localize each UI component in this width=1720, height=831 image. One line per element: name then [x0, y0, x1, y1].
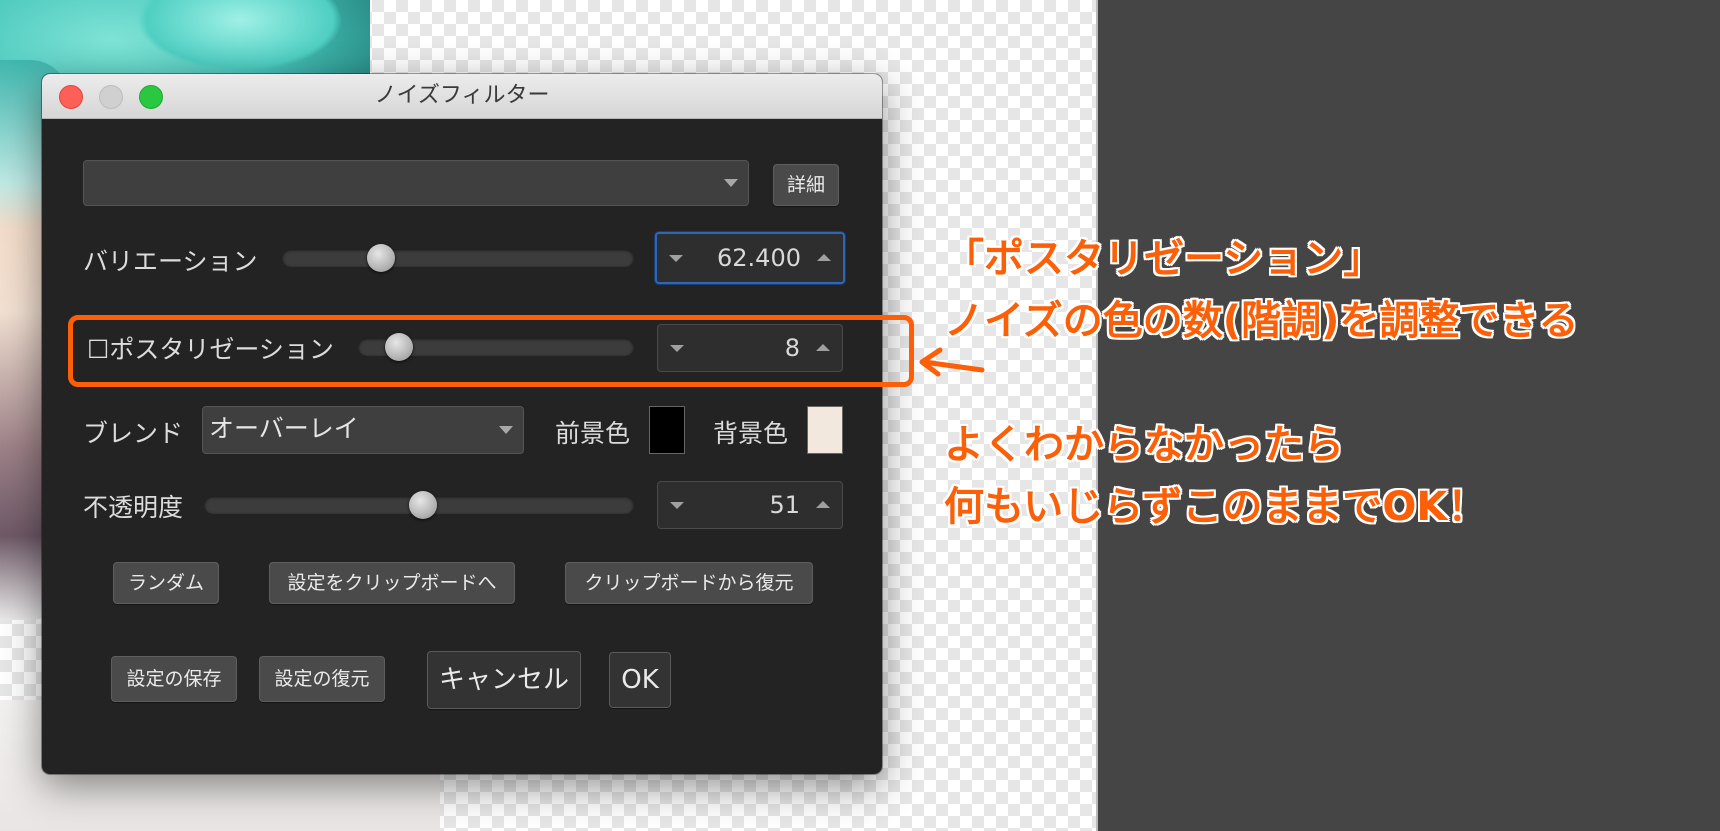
increment-icon[interactable] — [817, 254, 831, 261]
variation-value: 62.400 — [717, 244, 801, 272]
blend-mode-dropdown[interactable]: オーバーレイ — [202, 406, 524, 454]
opacity-slider[interactable] — [204, 491, 634, 519]
annotation-line-3: よくわからなかったら — [944, 422, 1344, 468]
annotation-arrow-icon — [919, 347, 985, 377]
preset-dropdown[interactable] — [83, 160, 749, 206]
ok-button[interactable]: OK — [609, 652, 671, 708]
blend-mode-value: オーバーレイ — [209, 414, 359, 443]
variation-spinbox[interactable]: 62.400 — [655, 232, 845, 284]
decrement-icon[interactable] — [669, 255, 683, 262]
decrement-icon[interactable] — [670, 502, 684, 509]
chevron-down-icon — [724, 179, 738, 187]
artwork-hair-highlight — [120, 0, 360, 80]
variation-slider-thumb[interactable] — [366, 244, 395, 272]
title-bar[interactable]: ノイズフィルター — [42, 74, 882, 119]
variation-label: バリエーション — [83, 247, 258, 276]
restore-settings-button[interactable]: 設定の復元 — [259, 656, 385, 702]
variation-slider[interactable] — [282, 244, 634, 272]
foreground-color-label: 前景色 — [555, 419, 631, 448]
opacity-spinbox[interactable]: 51 — [657, 481, 843, 529]
blend-label: ブレンド — [83, 419, 184, 448]
increment-icon[interactable] — [816, 501, 830, 508]
cancel-button[interactable]: キャンセル — [427, 651, 581, 709]
annotation-line-2: ノイズの色の数(階調)を調整できる — [944, 298, 1579, 344]
opacity-value: 51 — [769, 491, 800, 519]
foreground-color-swatch[interactable] — [649, 406, 685, 454]
random-button[interactable]: ランダム — [113, 562, 219, 604]
save-settings-button[interactable]: 設定の保存 — [111, 656, 237, 702]
noise-filter-dialog: ノイズフィルター 詳細 バリエーション 62.400 ☐ポスタリゼーション 8 … — [42, 74, 882, 774]
chevron-down-icon — [499, 426, 513, 434]
annotation-line-4: 何もいじらずこのままでOK！ — [944, 484, 1488, 530]
details-button[interactable]: 詳細 — [773, 164, 839, 206]
dialog-title: ノイズフィルター — [374, 83, 550, 108]
background-color-label: 背景色 — [713, 419, 789, 448]
opacity-label: 不透明度 — [83, 493, 184, 522]
annotation-highlight-box — [68, 315, 914, 387]
opacity-slider-thumb[interactable] — [409, 491, 438, 519]
annotation-line-1: 「ポスタリゼーション」 — [944, 236, 1384, 282]
background-color-swatch[interactable] — [807, 406, 843, 454]
restore-from-clipboard-button[interactable]: クリップボードから復元 — [565, 562, 813, 604]
copy-settings-to-clipboard-button[interactable]: 設定をクリップボードへ — [269, 562, 515, 604]
